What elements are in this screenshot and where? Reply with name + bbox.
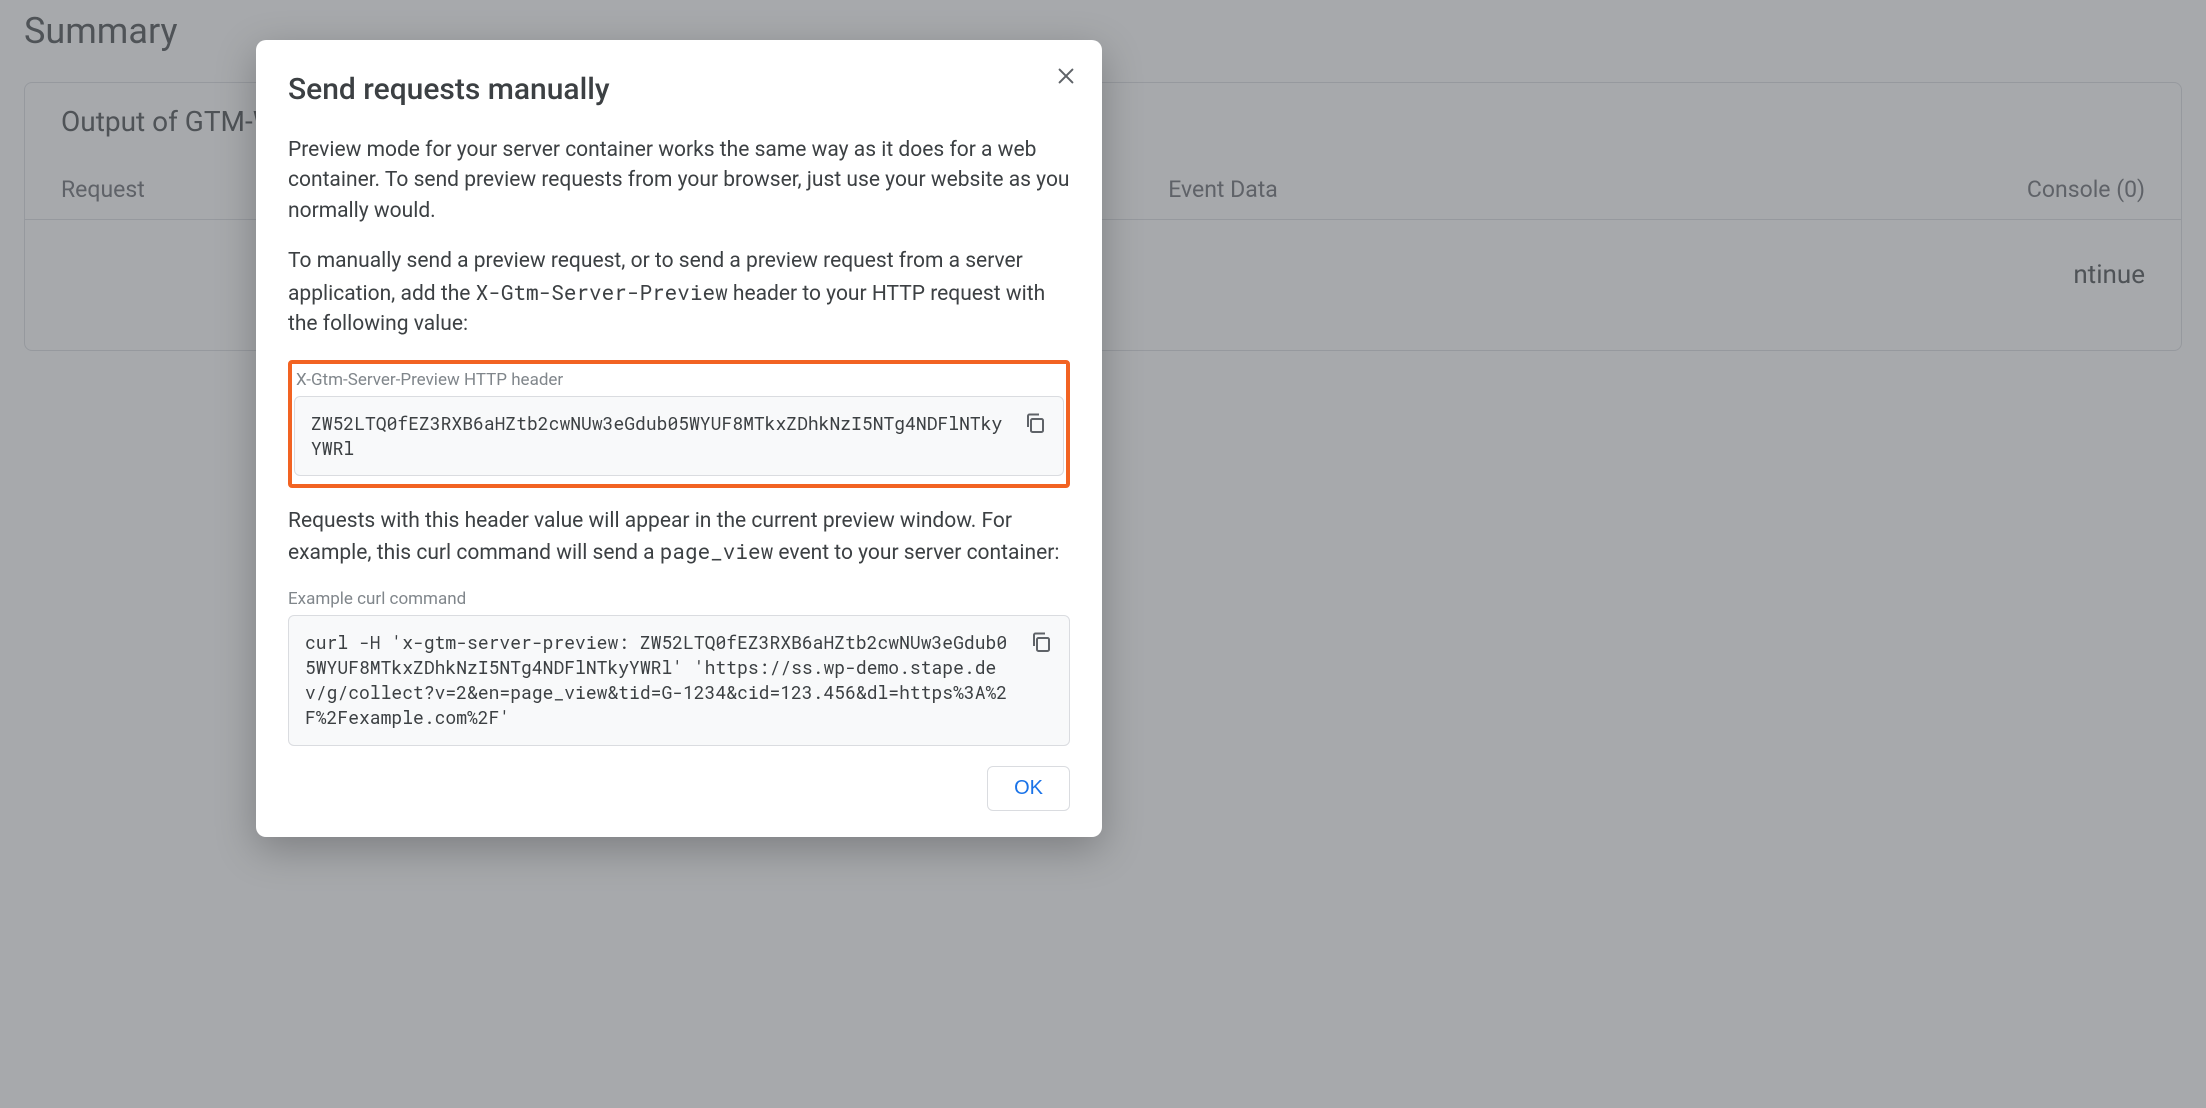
- dialog-paragraph-3: Requests with this header value will app…: [288, 506, 1070, 569]
- header-field-label: X-Gtm-Server-Preview HTTP header: [294, 370, 1064, 390]
- para3-code: page_view: [660, 537, 773, 565]
- para2-code: X-Gtm-Server-Preview: [476, 278, 728, 306]
- para3-post: event to your server container:: [773, 541, 1059, 565]
- copy-header-button[interactable]: [1019, 407, 1051, 439]
- curl-command-text: curl -H 'x-gtm-server-preview: ZW52LTQ0f…: [305, 630, 1007, 730]
- copy-icon: [1029, 630, 1053, 654]
- close-icon: [1055, 65, 1077, 87]
- dialog-paragraph-1: Preview mode for your server container w…: [288, 135, 1070, 226]
- curl-field-label: Example curl command: [288, 589, 1070, 609]
- curl-command-block: curl -H 'x-gtm-server-preview: ZW52LTQ0f…: [288, 615, 1070, 746]
- send-requests-dialog: Send requests manually Preview mode for …: [256, 40, 1102, 837]
- dialog-actions: OK: [288, 766, 1070, 811]
- dialog-paragraph-2: To manually send a preview request, or t…: [288, 246, 1070, 339]
- header-value-text: ZW52LTQ0fEZ3RXB6aHZtb2cwNUw3eGdub05WYUF8…: [311, 411, 1002, 460]
- dialog-title: Send requests manually: [288, 72, 1070, 107]
- copy-curl-button[interactable]: [1025, 626, 1057, 658]
- close-button[interactable]: [1048, 58, 1084, 94]
- header-value-block: ZW52LTQ0fEZ3RXB6aHZtb2cwNUw3eGdub05WYUF8…: [294, 396, 1064, 476]
- copy-icon: [1023, 411, 1047, 435]
- header-highlight-box: X-Gtm-Server-Preview HTTP header ZW52LTQ…: [288, 360, 1070, 488]
- ok-button[interactable]: OK: [987, 766, 1070, 811]
